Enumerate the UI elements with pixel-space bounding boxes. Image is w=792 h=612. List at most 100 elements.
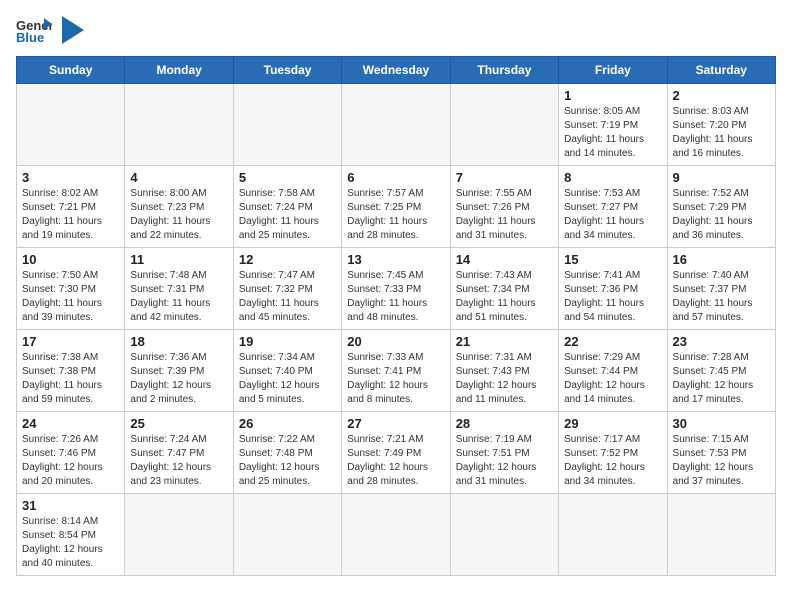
- calendar-week-row: 10 Sunrise: 7:50 AM Sunset: 7:30 PM Dayli…: [17, 248, 776, 330]
- calendar-week-row: 31 Sunrise: 8:14 AM Sunset: 8:54 PM Dayli…: [17, 494, 776, 576]
- day-number: 7: [456, 170, 553, 185]
- calendar-cell: [17, 84, 125, 166]
- day-number: 19: [239, 334, 336, 349]
- calendar-cell: 25Sunrise: 7:24 AM Sunset: 7:47 PM Dayli…: [125, 412, 233, 494]
- calendar-cell: [233, 494, 341, 576]
- calendar-cell: 18 Sunrise: 7:36 AM Sunset: 7:39 PM Dayli…: [125, 330, 233, 412]
- calendar-cell: 5 Sunrise: 7:58 AM Sunset: 7:24 PM Daylig…: [233, 166, 341, 248]
- calendar-cell: 30 Sunrise: 7:15 AM Sunset: 7:53 PM Dayli…: [667, 412, 775, 494]
- day-number: 4: [130, 170, 227, 185]
- calendar-cell: 11Sunrise: 7:48 AM Sunset: 7:31 PM Dayli…: [125, 248, 233, 330]
- calendar-cell: [450, 84, 558, 166]
- day-number: 13: [347, 252, 444, 267]
- day-info: Sunrise: 7:41 AM Sunset: 7:36 PM Dayligh…: [564, 269, 661, 325]
- day-info: Sunrise: 7:47 AM Sunset: 7:32 PM Dayligh…: [239, 269, 336, 325]
- calendar-cell: [450, 494, 558, 576]
- calendar-cell: 26 Sunrise: 7:22 AM Sunset: 7:48 PM Dayli…: [233, 412, 341, 494]
- calendar-cell: 16 Sunrise: 7:40 AM Sunset: 7:37 PM Dayli…: [667, 248, 775, 330]
- day-number: 5: [239, 170, 336, 185]
- calendar-cell: 22 Sunrise: 7:29 AM Sunset: 7:44 PM Dayli…: [559, 330, 667, 412]
- calendar-cell: 17Sunrise: 7:38 AM Sunset: 7:38 PM Dayli…: [17, 330, 125, 412]
- calendar-cell: 29Sunrise: 7:17 AM Sunset: 7:52 PM Dayli…: [559, 412, 667, 494]
- calendar-header-row: SundayMondayTuesdayWednesdayThursdayFrid…: [17, 57, 776, 84]
- day-number: 22: [564, 334, 661, 349]
- calendar-cell: [559, 494, 667, 576]
- day-info: Sunrise: 7:50 AM Sunset: 7:30 PM Dayligh…: [22, 269, 119, 325]
- day-info: Sunrise: 7:19 AM Sunset: 7:51 PM Dayligh…: [456, 433, 553, 489]
- logo-icon: General Blue: [16, 16, 52, 44]
- header-day-saturday: Saturday: [667, 57, 775, 84]
- day-number: 23: [673, 334, 770, 349]
- header-day-tuesday: Tuesday: [233, 57, 341, 84]
- day-info: Sunrise: 7:31 AM Sunset: 7:43 PM Dayligh…: [456, 351, 553, 407]
- day-number: 31: [22, 498, 119, 513]
- calendar-cell: 21 Sunrise: 7:31 AM Sunset: 7:43 PM Dayli…: [450, 330, 558, 412]
- header-day-monday: Monday: [125, 57, 233, 84]
- calendar-cell: 7 Sunrise: 7:55 AM Sunset: 7:26 PM Daylig…: [450, 166, 558, 248]
- calendar-cell: 28 Sunrise: 7:19 AM Sunset: 7:51 PM Dayli…: [450, 412, 558, 494]
- calendar-cell: 15 Sunrise: 7:41 AM Sunset: 7:36 PM Dayli…: [559, 248, 667, 330]
- day-info: Sunrise: 7:58 AM Sunset: 7:24 PM Dayligh…: [239, 187, 336, 243]
- calendar-week-row: 3Sunrise: 8:02 AM Sunset: 7:21 PM Daylig…: [17, 166, 776, 248]
- calendar-cell: 2 Sunrise: 8:03 AM Sunset: 7:20 PM Daylig…: [667, 84, 775, 166]
- day-info: Sunrise: 7:55 AM Sunset: 7:26 PM Dayligh…: [456, 187, 553, 243]
- day-number: 17: [22, 334, 119, 349]
- day-info: Sunrise: 7:40 AM Sunset: 7:37 PM Dayligh…: [673, 269, 770, 325]
- calendar-cell: [233, 84, 341, 166]
- day-number: 8: [564, 170, 661, 185]
- calendar-cell: 31 Sunrise: 8:14 AM Sunset: 8:54 PM Dayli…: [17, 494, 125, 576]
- calendar-week-row: 1Sunrise: 8:05 AM Sunset: 7:19 PM Daylig…: [17, 84, 776, 166]
- calendar-cell: 20 Sunrise: 7:33 AM Sunset: 7:41 PM Dayli…: [342, 330, 450, 412]
- day-info: Sunrise: 7:15 AM Sunset: 7:53 PM Dayligh…: [673, 433, 770, 489]
- day-info: Sunrise: 7:45 AM Sunset: 7:33 PM Dayligh…: [347, 269, 444, 325]
- day-info: Sunrise: 7:28 AM Sunset: 7:45 PM Dayligh…: [673, 351, 770, 407]
- day-number: 30: [673, 416, 770, 431]
- calendar-cell: [125, 494, 233, 576]
- day-number: 10: [22, 252, 119, 267]
- day-info: Sunrise: 7:29 AM Sunset: 7:44 PM Dayligh…: [564, 351, 661, 407]
- calendar-cell: 10 Sunrise: 7:50 AM Sunset: 7:30 PM Dayli…: [17, 248, 125, 330]
- day-info: Sunrise: 8:05 AM Sunset: 7:19 PM Dayligh…: [564, 105, 661, 161]
- day-number: 25: [130, 416, 227, 431]
- svg-text:Blue: Blue: [16, 30, 44, 44]
- day-number: 28: [456, 416, 553, 431]
- day-number: 3: [22, 170, 119, 185]
- day-number: 26: [239, 416, 336, 431]
- calendar-cell: 6Sunrise: 7:57 AM Sunset: 7:25 PM Daylig…: [342, 166, 450, 248]
- day-info: Sunrise: 7:43 AM Sunset: 7:34 PM Dayligh…: [456, 269, 553, 325]
- day-info: Sunrise: 7:22 AM Sunset: 7:48 PM Dayligh…: [239, 433, 336, 489]
- calendar-cell: 27Sunrise: 7:21 AM Sunset: 7:49 PM Dayli…: [342, 412, 450, 494]
- day-number: 15: [564, 252, 661, 267]
- day-number: 2: [673, 88, 770, 103]
- day-info: Sunrise: 7:48 AM Sunset: 7:31 PM Dayligh…: [130, 269, 227, 325]
- calendar-cell: [342, 494, 450, 576]
- day-number: 16: [673, 252, 770, 267]
- day-number: 14: [456, 252, 553, 267]
- day-number: 9: [673, 170, 770, 185]
- day-info: Sunrise: 7:33 AM Sunset: 7:41 PM Dayligh…: [347, 351, 444, 407]
- day-info: Sunrise: 8:14 AM Sunset: 8:54 PM Dayligh…: [22, 515, 119, 571]
- day-number: 24: [22, 416, 119, 431]
- day-number: 18: [130, 334, 227, 349]
- header-day-friday: Friday: [559, 57, 667, 84]
- calendar-cell: 4Sunrise: 8:00 AM Sunset: 7:23 PM Daylig…: [125, 166, 233, 248]
- day-info: Sunrise: 7:57 AM Sunset: 7:25 PM Dayligh…: [347, 187, 444, 243]
- day-info: Sunrise: 8:03 AM Sunset: 7:20 PM Dayligh…: [673, 105, 770, 161]
- calendar-cell: 13 Sunrise: 7:45 AM Sunset: 7:33 PM Dayli…: [342, 248, 450, 330]
- calendar-cell: [125, 84, 233, 166]
- day-number: 29: [564, 416, 661, 431]
- calendar-week-row: 24Sunrise: 7:26 AM Sunset: 7:46 PM Dayli…: [17, 412, 776, 494]
- calendar-cell: 19Sunrise: 7:34 AM Sunset: 7:40 PM Dayli…: [233, 330, 341, 412]
- calendar-cell: [667, 494, 775, 576]
- header-day-wednesday: Wednesday: [342, 57, 450, 84]
- calendar-cell: 8Sunrise: 7:53 AM Sunset: 7:27 PM Daylig…: [559, 166, 667, 248]
- day-number: 27: [347, 416, 444, 431]
- day-number: 20: [347, 334, 444, 349]
- day-number: 21: [456, 334, 553, 349]
- logo-triangle-icon: [62, 16, 84, 44]
- header: General Blue: [16, 16, 776, 44]
- day-info: Sunrise: 7:36 AM Sunset: 7:39 PM Dayligh…: [130, 351, 227, 407]
- calendar-week-row: 17Sunrise: 7:38 AM Sunset: 7:38 PM Dayli…: [17, 330, 776, 412]
- calendar-table: SundayMondayTuesdayWednesdayThursdayFrid…: [16, 56, 776, 576]
- day-info: Sunrise: 7:52 AM Sunset: 7:29 PM Dayligh…: [673, 187, 770, 243]
